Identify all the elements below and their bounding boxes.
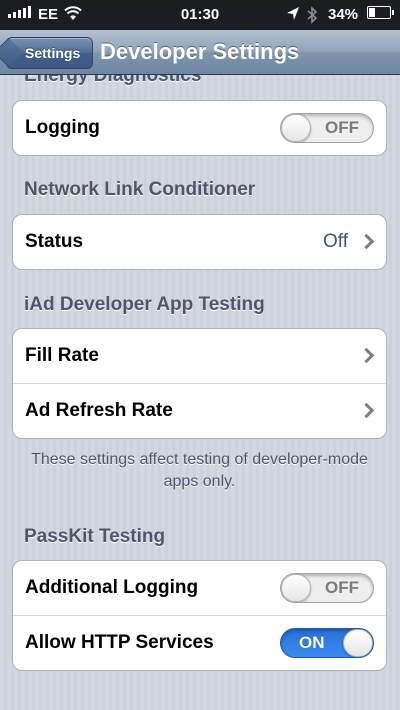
settings-list[interactable]: Energy Diagnostics Logging OFF Network L… (0, 75, 400, 710)
ad-refresh-rate-label: Ad Refresh Rate (25, 400, 173, 421)
navigation-bar: Settings Developer Settings (0, 30, 400, 75)
group-passkit: Additional Logging OFF Allow HTTP Servic… (12, 560, 387, 671)
chevron-right-icon (358, 233, 375, 250)
battery-icon (367, 6, 394, 19)
page-title: Developer Settings (100, 39, 300, 64)
additional-logging-label: Additional Logging (25, 577, 199, 598)
status-value: Off (323, 231, 348, 252)
group-energy: Logging OFF (12, 100, 387, 156)
chevron-right-icon (358, 402, 375, 419)
section-header-iad: iAd Developer App Testing (24, 294, 265, 315)
bluetooth-icon (306, 6, 318, 28)
toggle-knob (281, 574, 311, 602)
toggle-knob (281, 114, 311, 142)
toggle-state-label: OFF (325, 118, 359, 137)
section-header-energy: Energy Diagnostics (24, 75, 202, 86)
toggle-state-label: ON (299, 633, 325, 652)
back-button[interactable]: Settings (6, 37, 94, 69)
toggle-knob (343, 629, 373, 657)
allow-http-toggle[interactable]: ON (280, 628, 374, 658)
iad-footer-note: These settings affect testing of develop… (31, 451, 368, 490)
row-status[interactable]: Status Off (13, 215, 386, 269)
section-header-passkit: PassKit Testing (24, 526, 166, 547)
battery-percentage: 34% (328, 6, 359, 23)
row-allow-http: Allow HTTP Services ON (13, 616, 386, 670)
row-ad-refresh-rate[interactable]: Ad Refresh Rate (13, 384, 386, 438)
battery-fill (369, 8, 375, 17)
additional-logging-toggle[interactable]: OFF (280, 573, 374, 603)
group-iad: Fill Rate Ad Refresh Rate (12, 328, 387, 439)
status-bar: EE 01:30 34% (0, 0, 400, 30)
location-icon (286, 6, 300, 26)
allow-http-label: Allow HTTP Services (25, 632, 214, 653)
back-button-label: Settings (25, 45, 81, 61)
group-network: Status Off (12, 214, 387, 270)
row-logging: Logging OFF (13, 101, 386, 155)
chevron-right-icon (358, 347, 375, 364)
status-label: Status (25, 231, 84, 252)
logging-label: Logging (25, 117, 100, 138)
section-header-network: Network Link Conditioner (24, 179, 256, 200)
row-additional-logging: Additional Logging OFF (13, 561, 386, 616)
fill-rate-label: Fill Rate (25, 345, 99, 366)
logging-toggle[interactable]: OFF (280, 113, 374, 143)
toggle-state-label: OFF (325, 578, 359, 597)
row-fill-rate[interactable]: Fill Rate (13, 329, 386, 384)
